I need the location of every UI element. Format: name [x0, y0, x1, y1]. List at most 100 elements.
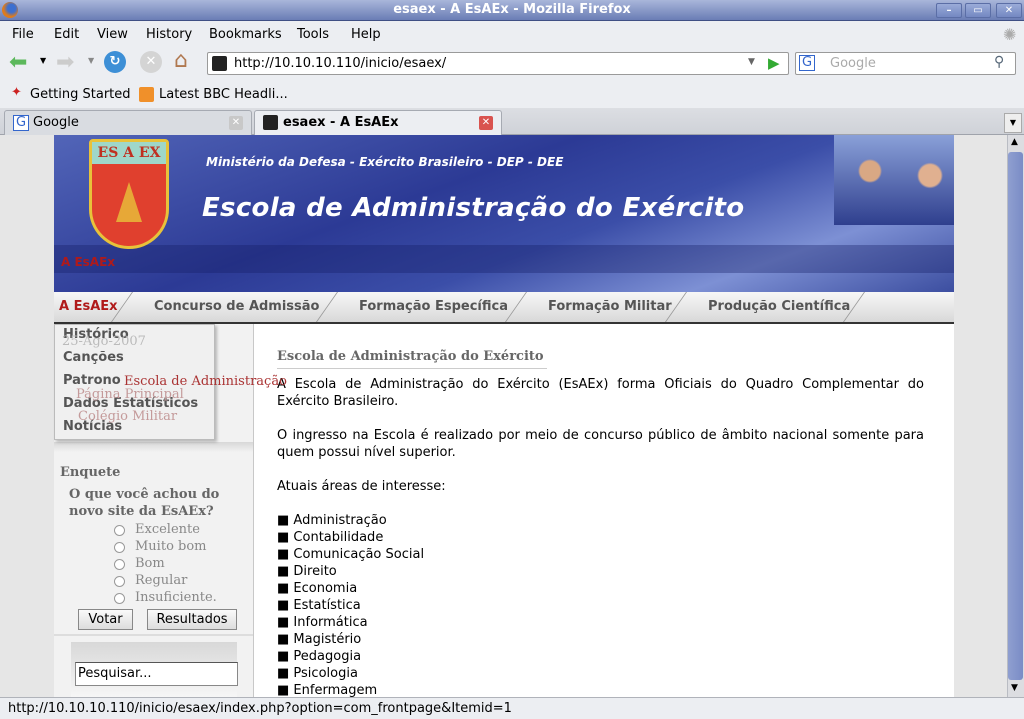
menu-item-patrono[interactable]: Patrono — [63, 374, 121, 387]
reload-icon[interactable]: ↻ — [104, 51, 126, 73]
main-content: Escola de Administração do Exército A Es… — [254, 324, 954, 697]
menu-history[interactable]: History — [146, 27, 192, 42]
area-list-item: ■ Direito — [277, 563, 924, 580]
menu-edit[interactable]: Edit — [54, 27, 79, 42]
poll-radio-regular[interactable] — [114, 576, 125, 587]
poll-option-label: Excelente — [135, 522, 200, 537]
menu-bookmarks[interactable]: Bookmarks — [209, 27, 282, 42]
results-button[interactable]: Resultados — [147, 609, 237, 630]
officers-photo — [834, 135, 954, 225]
search-input[interactable]: Google — [830, 56, 876, 71]
area-label: Contabilidade — [293, 530, 384, 545]
rss-icon — [139, 87, 154, 102]
tab-google[interactable]: G Google ✕ — [4, 110, 252, 135]
poll-radio-muito-bom[interactable] — [114, 542, 125, 553]
nav-formacao-especifica[interactable]: Formação Específica — [359, 299, 508, 314]
menu-help[interactable]: Help — [351, 27, 381, 42]
nav-a-esaex[interactable]: A EsAEx — [59, 299, 118, 314]
esaex-favicon-icon — [263, 115, 278, 130]
search-bar[interactable]: G Google ⚲ — [795, 52, 1016, 75]
stop-icon[interactable]: ✕ — [140, 51, 162, 73]
scroll-up-icon[interactable]: ▲ — [1011, 137, 1018, 147]
back-dropdown-icon[interactable]: ▼ — [40, 56, 46, 65]
poll-radio-excelente[interactable] — [114, 525, 125, 536]
home-icon[interactable]: ⌂ — [174, 48, 188, 73]
throbber-icon: ✺ — [1003, 25, 1017, 44]
url-text[interactable]: http://10.10.10.110/inicio/esaex/ — [234, 56, 446, 71]
poll-radio-insuficiente[interactable] — [114, 593, 125, 604]
bullet-icon: ■ — [277, 615, 294, 630]
back-icon[interactable]: ⬅ — [9, 50, 27, 75]
magnifier-icon[interactable]: ⚲ — [994, 54, 1004, 70]
bullet-icon: ■ — [277, 581, 294, 596]
tab-esaex[interactable]: esaex - A EsAEx ✕ — [254, 110, 502, 136]
scrollbar-thumb[interactable] — [1008, 152, 1023, 680]
forward-dropdown-icon[interactable]: ▼ — [88, 56, 94, 65]
nav-producao-cientifica[interactable]: Produção Científica — [708, 299, 850, 314]
area-list-item: ■ Informática — [277, 614, 924, 631]
nav-concurso[interactable]: Concurso de Admissão — [154, 299, 320, 314]
date: 25-Ago-2007 — [62, 334, 146, 349]
bullet-icon: ■ — [277, 547, 294, 562]
bookmark-getting-started[interactable]: Getting Started — [30, 87, 131, 102]
url-history-dropdown-icon[interactable]: ▼ — [748, 57, 755, 67]
area-label: Administração — [293, 513, 387, 528]
area-list-item: ■ Administração — [277, 512, 924, 529]
tab-label: Google — [33, 115, 79, 130]
article-paragraph: Atuais áreas de interesse: — [277, 479, 446, 494]
google-favicon-icon: G — [13, 115, 29, 131]
getting-started-icon: ✦ — [11, 85, 22, 100]
tab-bar: G Google ✕ esaex - A EsAEx ✕ ▼ — [0, 108, 1024, 136]
area-label: Informática — [293, 615, 368, 630]
url-bar[interactable]: http://10.10.10.110/inicio/esaex/ ▼ ▶ — [207, 52, 789, 75]
bullet-icon: ■ — [277, 598, 294, 613]
breadcrumb: A EsAEx — [61, 255, 116, 269]
article-paragraph: O ingresso na Escola é realizado por mei… — [277, 428, 924, 460]
site-favicon-icon — [212, 56, 227, 71]
maximize-button[interactable]: ▭ — [965, 3, 991, 18]
area-list-item: ■ Economia — [277, 580, 924, 597]
tab-close-icon[interactable]: ✕ — [479, 116, 493, 130]
menu-file[interactable]: File — [12, 27, 34, 42]
bookmark-bbc[interactable]: Latest BBC Headli... — [159, 87, 288, 102]
area-label: Psicologia — [293, 666, 358, 681]
poll-radio-bom[interactable] — [114, 559, 125, 570]
area-list-item: ■ Comunicação Social — [277, 546, 924, 563]
article-heading: Escola de Administração do Exército — [277, 349, 547, 369]
menu-view[interactable]: View — [97, 27, 128, 42]
menu-item-cancoes[interactable]: Canções — [63, 351, 124, 364]
google-engine-icon[interactable]: G — [799, 55, 815, 71]
forward-icon[interactable]: ➡ — [56, 50, 74, 75]
tab-list-icon[interactable]: ▼ — [1004, 113, 1022, 133]
link-pagina-principal[interactable]: Página Principal — [76, 388, 184, 401]
area-label: Comunicação Social — [293, 547, 425, 562]
poll-option-label: Regular — [135, 573, 188, 588]
area-label: Direito — [293, 564, 337, 579]
tab-label: esaex - A EsAEx — [283, 115, 399, 130]
minimize-button[interactable]: – — [936, 3, 962, 18]
poll-option-label: Muito bom — [135, 539, 207, 554]
tab-close-icon[interactable]: ✕ — [229, 116, 243, 130]
menu-tools[interactable]: Tools — [297, 27, 329, 42]
window-titlebar: esaex - A EsAEx - Mozilla Firefox – ▭ ✕ — [0, 0, 1024, 21]
link-colegio-militar[interactable]: Colégio Militar — [78, 410, 177, 423]
poll-option-label: Bom — [135, 556, 165, 571]
site-search-input[interactable]: Pesquisar... — [75, 662, 238, 686]
close-window-button[interactable]: ✕ — [996, 3, 1022, 18]
area-list-item: ■ Magistério — [277, 631, 924, 648]
ministry-subtitle: Ministério da Defesa - Exército Brasilei… — [206, 155, 564, 169]
poll-title: Enquete — [60, 465, 121, 480]
main-nav: A EsAEx Concurso de Admissão Formação Es… — [54, 292, 954, 324]
area-label: Magistério — [293, 632, 362, 647]
poll-question: O que você achou do novo site da EsAEx? — [69, 487, 220, 519]
bookmarks-toolbar: ✦ Getting Started Latest BBC Headli... — [0, 82, 1024, 106]
area-label: Economia — [293, 581, 358, 596]
vote-button[interactable]: Votar — [78, 609, 133, 630]
go-icon[interactable]: ▶ — [768, 54, 780, 72]
nav-formacao-militar[interactable]: Formação Militar — [548, 299, 672, 314]
site-banner: ES A EX Ministério da Defesa - Exército … — [54, 135, 954, 292]
article-paragraph: A Escola de Administração do Exército (E… — [277, 377, 924, 409]
bullet-icon: ■ — [277, 632, 294, 647]
scroll-down-icon[interactable]: ▼ — [1011, 683, 1018, 693]
bullet-icon: ■ — [277, 564, 294, 579]
